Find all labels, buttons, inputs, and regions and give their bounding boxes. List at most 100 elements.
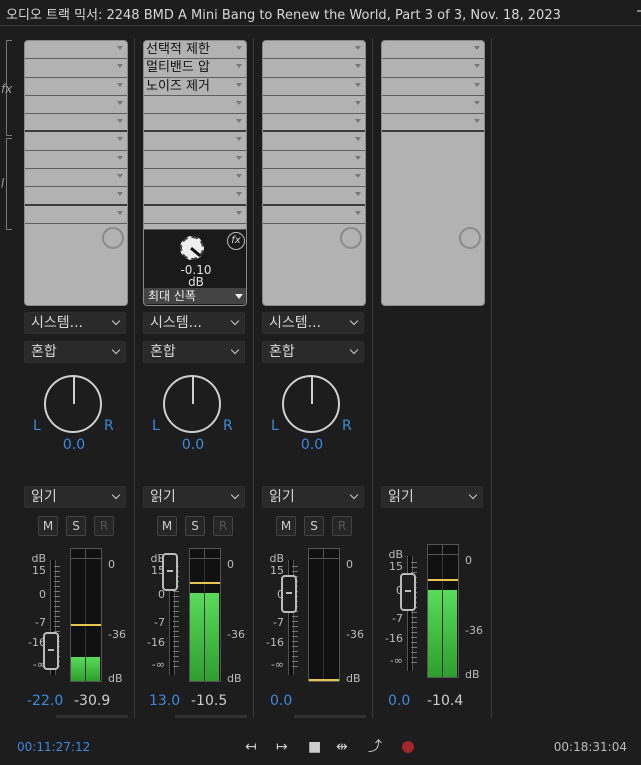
volume-value[interactable]: 13.0 (149, 693, 180, 709)
automation-mode-select[interactable]: 읽기 (143, 486, 245, 508)
output-select[interactable]: 시스템... (24, 312, 126, 334)
volume-fader-handle[interactable] (162, 553, 178, 591)
fx-icon[interactable]: fx (1, 82, 12, 96)
chevron-down-icon (236, 119, 242, 124)
fx-icon[interactable]: fx (227, 232, 245, 250)
mix-mode-select[interactable]: 혼합 (143, 341, 245, 363)
effect-slot[interactable] (382, 41, 484, 60)
pan-knob[interactable] (44, 375, 102, 433)
loop-button[interactable]: ⤴ (368, 738, 382, 756)
send-slot[interactable] (25, 206, 127, 224)
send-slot[interactable] (25, 132, 127, 151)
pan-value[interactable]: 0.0 (258, 437, 366, 453)
volume-value[interactable]: 0.0 (388, 693, 410, 709)
track-strip-2: 선택적 제한 멀티밴드 압 노이즈 제거 fx -0.10 dB 최대 신폭 시… (139, 38, 254, 718)
play-in-to-out-button[interactable]: ⇹ (336, 738, 348, 756)
chevron-down-icon (355, 64, 361, 69)
mute-button[interactable]: M (38, 516, 58, 536)
pan-knob[interactable] (163, 375, 221, 433)
effect-slot[interactable] (382, 78, 484, 96)
volume-fader-handle[interactable] (281, 575, 297, 613)
mix-mode-select[interactable]: 혼합 (24, 341, 126, 363)
effects-rack (381, 40, 485, 306)
output-select[interactable]: 시스템... (262, 312, 364, 334)
effect-slot[interactable]: 선택적 제한 (144, 41, 246, 60)
automation-mode-select[interactable]: 읽기 (24, 486, 126, 508)
effect-slot[interactable] (382, 96, 484, 115)
send-slot[interactable] (263, 132, 365, 151)
effect-slot[interactable] (382, 114, 484, 133)
volume-value[interactable]: 0.0 (270, 693, 292, 709)
chevron-down-icon (474, 46, 480, 50)
effect-slot[interactable] (263, 96, 365, 115)
send-slot[interactable] (144, 151, 246, 170)
send-slot[interactable] (25, 187, 127, 206)
mute-button[interactable]: M (276, 516, 296, 536)
solo-button[interactable]: S (66, 516, 86, 536)
send-slot[interactable] (144, 206, 246, 224)
volume-value[interactable]: -22.0 (27, 693, 63, 709)
send-level-knob[interactable] (340, 227, 362, 249)
volume-fader-handle[interactable] (43, 632, 59, 670)
record-button[interactable] (402, 741, 414, 753)
mix-mode-select[interactable]: 혼합 (262, 341, 364, 363)
solo-button[interactable]: S (304, 516, 324, 536)
stop-button[interactable]: ■ (308, 738, 321, 756)
send-slot[interactable] (144, 169, 246, 188)
automation-mode-select[interactable]: 읽기 (262, 486, 364, 508)
send-slot[interactable] (25, 169, 127, 188)
effect-slot[interactable] (25, 59, 127, 78)
effect-parameter-knob[interactable] (180, 236, 204, 260)
mute-button[interactable]: M (157, 516, 177, 536)
send-slot[interactable] (263, 206, 365, 224)
effect-slot[interactable] (25, 78, 127, 96)
pan-value[interactable]: 0.0 (20, 437, 128, 453)
solo-button[interactable]: S (185, 516, 205, 536)
peak-hold-line (309, 679, 339, 681)
effect-slot[interactable] (25, 114, 127, 133)
clip-indicator[interactable] (190, 549, 220, 559)
effect-slot[interactable]: 노이즈 제거 (144, 78, 246, 96)
go-to-out-point-button[interactable]: ↦ (276, 738, 288, 756)
effect-slot[interactable] (144, 96, 246, 115)
send-slot[interactable] (263, 151, 365, 170)
effect-slot[interactable]: 멀티밴드 압 (144, 59, 246, 78)
effect-slot[interactable] (144, 114, 246, 133)
effect-slot[interactable] (263, 41, 365, 60)
record-enable-button[interactable]: R (213, 516, 233, 536)
panel-menu-icon[interactable] (637, 10, 641, 12)
clip-indicator[interactable] (71, 549, 101, 559)
record-enable-button[interactable]: R (332, 516, 352, 536)
chevron-down-icon (236, 137, 242, 142)
pan-right-label: R (223, 418, 233, 434)
chevron-down-icon (236, 155, 242, 160)
fader-scale: dB 15 0 -7 -16 -∞ (385, 548, 403, 667)
pan-value[interactable]: 0.0 (139, 437, 247, 453)
chevron-down-icon (236, 64, 242, 69)
send-slot[interactable] (144, 187, 246, 206)
clip-indicator[interactable] (428, 545, 458, 555)
effect-slot[interactable] (25, 41, 127, 60)
send-slot[interactable] (263, 169, 365, 188)
clip-indicator[interactable] (309, 549, 339, 559)
record-enable-button[interactable]: R (94, 516, 114, 536)
effect-parameter-select[interactable]: 최대 신폭 (144, 288, 246, 304)
effect-slot[interactable] (263, 78, 365, 96)
volume-fader-handle[interactable] (400, 573, 416, 611)
effect-slot[interactable] (25, 96, 127, 115)
effect-slot[interactable] (263, 59, 365, 78)
current-time[interactable]: 00:11:27:12 (17, 740, 90, 754)
send-icon[interactable]: ꞁ (1, 174, 4, 188)
fader-scale: dB 15 0 -7 -16 -∞ (266, 552, 284, 671)
output-select[interactable]: 시스템... (143, 312, 245, 334)
send-slot[interactable] (263, 187, 365, 206)
pan-knob[interactable] (282, 375, 340, 433)
send-level-knob[interactable] (459, 227, 481, 249)
send-slot[interactable] (144, 132, 246, 151)
automation-mode-select[interactable]: 읽기 (381, 486, 483, 508)
effect-slot[interactable] (263, 114, 365, 133)
effect-slot[interactable] (382, 59, 484, 78)
send-slot[interactable] (25, 151, 127, 170)
go-to-in-point-button[interactable]: ↤ (245, 738, 257, 756)
send-level-knob[interactable] (102, 227, 124, 249)
